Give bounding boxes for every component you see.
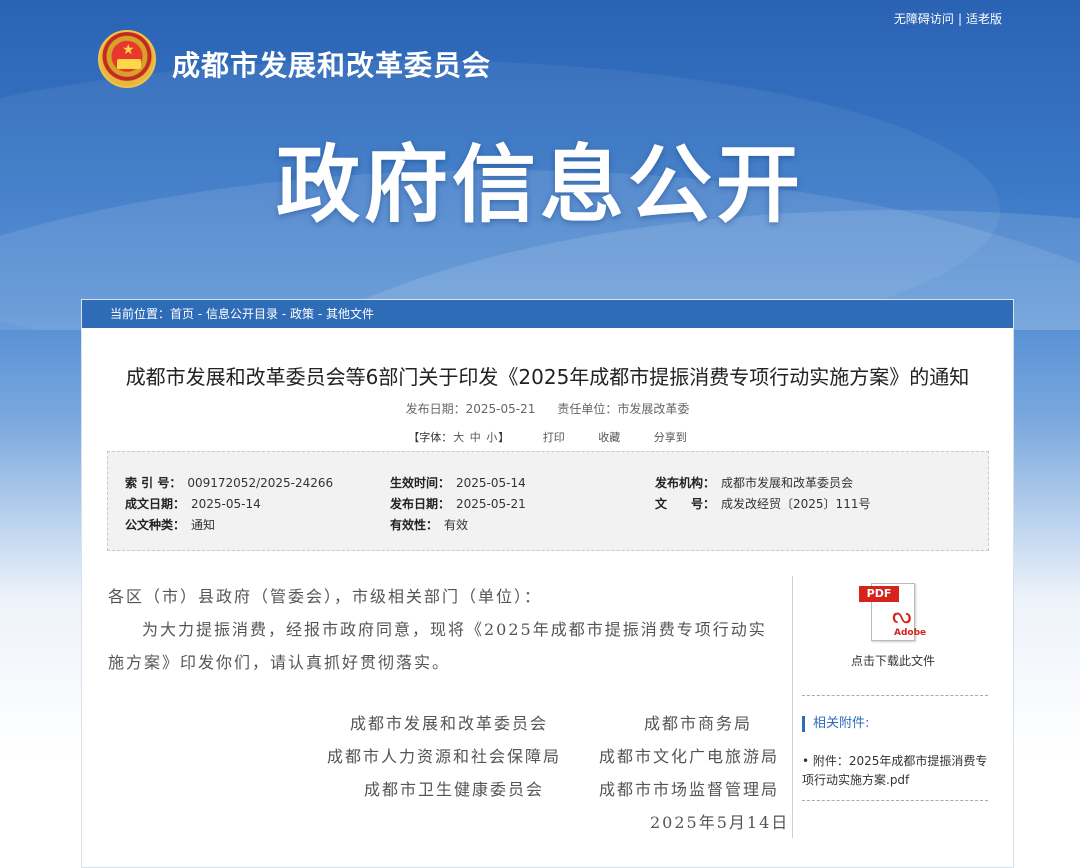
- breadcrumb-separator: -: [314, 307, 326, 321]
- info-written-date: 成文日期： 2025-05-14: [125, 495, 261, 512]
- favorite-button[interactable]: 收藏: [598, 431, 620, 444]
- written-date-value: 2025-05-14: [191, 497, 261, 511]
- signatory: 成都市发展和改革委员会: [350, 714, 549, 733]
- national-emblem-icon: ★: [98, 30, 156, 88]
- elderly-mode-link[interactable]: 适老版: [966, 12, 1002, 26]
- document-body: 各区（市）县政府（管委会），市级相关部门（单位）： 为大力提振消费，经报市政府同…: [108, 580, 773, 679]
- font-size-small[interactable]: 小: [486, 431, 497, 444]
- document-title: 成都市发展和改革委员会等6部门关于印发《2025年成都市提振消费专项行动实施方案…: [125, 365, 970, 389]
- share-button[interactable]: 分享到: [654, 431, 687, 444]
- emblem-gate-icon: [117, 59, 141, 69]
- info-validity: 有效性： 有效: [390, 516, 468, 533]
- info-row: 索 引 号： 009172052/2025-24266 生效时间： 2025-05-…: [108, 474, 988, 494]
- content-panel: 当前位置：首页 - 信息公开目录 - 政策 - 其他文件 成都市发展和改革委员会…: [81, 299, 1014, 868]
- signatory: 成都市商务局: [644, 714, 753, 733]
- info-publish-date: 发布日期： 2025-05-21: [390, 495, 526, 512]
- font-size-large[interactable]: 大: [453, 431, 464, 444]
- breadcrumb-label: 当前位置：: [110, 307, 171, 321]
- pdf-brand: Adobe: [894, 628, 927, 638]
- issuer-value: 成都市发展和改革委员会: [721, 476, 854, 490]
- written-date-label: 成文日期：: [125, 497, 186, 511]
- breadcrumb-separator: -: [194, 307, 206, 321]
- validity-value: 有效: [444, 518, 469, 532]
- document-info-box: 索 引 号： 009172052/2025-24266 生效时间： 2025-05-…: [107, 451, 989, 551]
- top-links: 无障碍访问 | 适老版: [894, 10, 1002, 27]
- pdf-swirl-icon: ᔓ: [892, 604, 912, 629]
- font-size-label: 【字体：: [408, 431, 453, 444]
- sidebar-divider: [792, 576, 793, 838]
- print-button[interactable]: 打印: [543, 431, 565, 444]
- signatory: 成都市市场监督管理局: [599, 780, 780, 799]
- sidebar-dashed-divider: [802, 800, 988, 801]
- issuer-label: 发布机构：: [655, 476, 716, 490]
- signatory: 成都市文化广电旅游局: [599, 747, 780, 766]
- pdf-file-icon[interactable]: ᔓ Adobe PDF: [859, 583, 926, 641]
- document-meta: 发布日期：2025-05-21 责任单位：市发展改革委: [82, 400, 1013, 417]
- breadcrumb-home[interactable]: 首页: [170, 307, 194, 321]
- breadcrumb-separator: -: [278, 307, 290, 321]
- doc-type-value: 通知: [191, 518, 216, 532]
- font-size-close: 】: [498, 431, 510, 444]
- font-size-medium[interactable]: 中: [470, 431, 481, 444]
- index-no-value: 009172052/2025-24266: [187, 476, 334, 490]
- banner-title: 政府信息公开: [275, 136, 804, 234]
- responsible-unit: 市发展改革委: [617, 402, 690, 416]
- download-link[interactable]: 点击下载此文件: [842, 652, 944, 669]
- emblem-star-icon: ★: [122, 42, 135, 58]
- body-paragraph: 为大力提振消费，经报市政府同意，现将《2025年成都市提振消费专项行动实施方案》…: [108, 620, 767, 672]
- doc-no-value: 成发改经贸〔2025〕111号: [721, 497, 871, 511]
- accessible-link[interactable]: 无障碍访问: [894, 12, 954, 26]
- attachments-heading: 相关附件:: [802, 716, 869, 732]
- sidebar-dashed-divider: [802, 695, 988, 696]
- info-publish-date-label: 发布日期：: [390, 497, 451, 511]
- info-row: 公文种类： 通知 有效性： 有效: [108, 516, 988, 536]
- info-doc-no: 文 号： 成发改经贸〔2025〕111号: [655, 495, 870, 512]
- info-publish-date-value: 2025-05-21: [456, 497, 526, 511]
- effective-time-value: 2025-05-14: [456, 476, 526, 490]
- breadcrumb: 当前位置：首页 - 信息公开目录 - 政策 - 其他文件: [82, 300, 1013, 328]
- signatory: 成都市卫生健康委员会: [364, 780, 545, 799]
- doc-type-label: 公文种类：: [125, 518, 186, 532]
- doc-no-label: 文 号：: [655, 497, 716, 511]
- salutation: 各区（市）县政府（管委会），市级相关部门（单位）：: [108, 587, 543, 606]
- info-issuer: 发布机构： 成都市发展和改革委员会: [655, 474, 853, 491]
- org-name: 成都市发展和改革委员会: [172, 49, 492, 82]
- pdf-badge: PDF: [859, 586, 899, 602]
- info-row: 成文日期： 2025-05-14 发布日期： 2025-05-21 文 号： 成发改经…: [108, 495, 988, 515]
- index-no-label: 索 引 号：: [125, 476, 182, 490]
- validity-label: 有效性：: [390, 518, 439, 532]
- breadcrumb-other-files[interactable]: 其他文件: [326, 307, 374, 321]
- attachment-link[interactable]: • 附件：2025年成都市提振消费专项行动实施方案.pdf: [802, 752, 988, 790]
- sign-date: 2025年5月14日: [650, 813, 790, 832]
- responsible-label: 责任单位：: [557, 402, 618, 416]
- effective-time-label: 生效时间：: [390, 476, 451, 490]
- link-separator: |: [957, 12, 962, 26]
- breadcrumb-catalog[interactable]: 信息公开目录: [206, 307, 278, 321]
- breadcrumb-policy[interactable]: 政策: [290, 307, 314, 321]
- info-index-no: 索 引 号： 009172052/2025-24266: [125, 474, 333, 491]
- info-effective-time: 生效时间： 2025-05-14: [390, 474, 526, 491]
- document-tools: 【字体：大 中 小】 打印 收藏 分享到: [82, 429, 1013, 445]
- info-doc-type: 公文种类： 通知: [125, 516, 215, 533]
- signatory: 成都市人力资源和社会保障局: [327, 747, 562, 766]
- publish-date-label: 发布日期：: [405, 402, 466, 416]
- publish-date: 2025-05-21: [465, 402, 536, 416]
